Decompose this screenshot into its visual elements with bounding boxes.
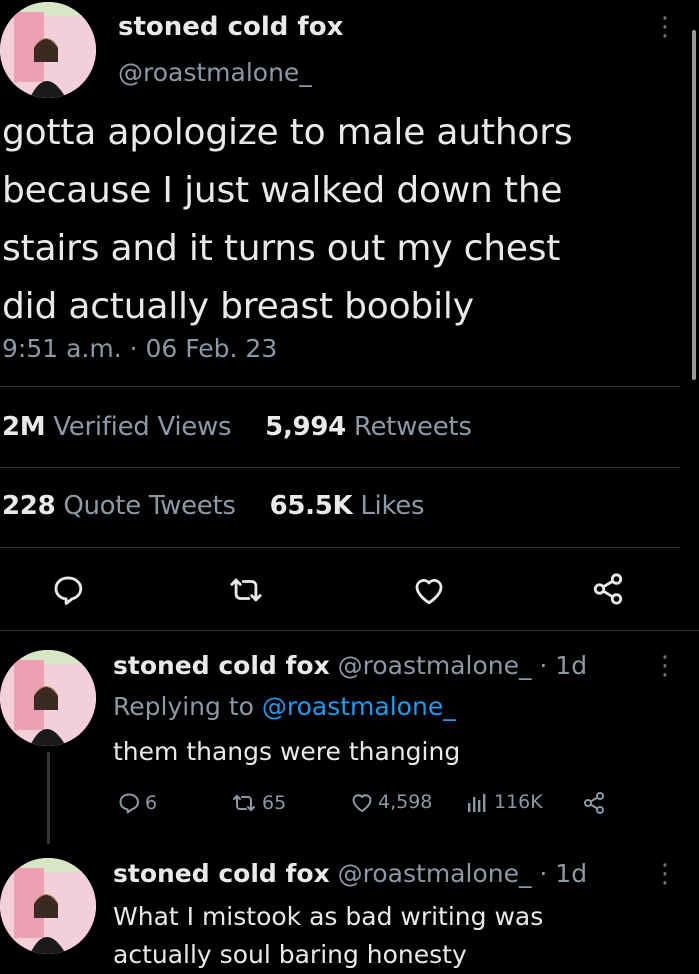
reply-text-line: What I mistook as bad writing was xyxy=(113,902,544,931)
views-stat[interactable]: 2M Verified Views xyxy=(2,412,232,442)
divider xyxy=(0,547,680,548)
display-name[interactable]: stoned cold fox xyxy=(118,12,343,42)
divider xyxy=(0,630,699,631)
like-icon[interactable] xyxy=(412,574,446,606)
reply-header: stoned cold fox @roastmalone_ · 1d xyxy=(113,859,587,888)
share-icon[interactable] xyxy=(591,572,625,606)
avatar[interactable] xyxy=(0,2,96,98)
likes-count: 65.5K xyxy=(269,491,353,521)
retweet-icon xyxy=(230,791,258,815)
retweets-label: Retweets xyxy=(353,412,472,442)
retweets-count: 5,994 xyxy=(265,412,346,442)
avatar[interactable] xyxy=(0,858,96,954)
views-label: Verified Views xyxy=(53,412,232,442)
views-icon xyxy=(466,791,488,813)
scrollbar[interactable] xyxy=(692,30,696,380)
replying-handle-link[interactable]: @roastmalone_ xyxy=(262,692,456,721)
quotes-stat[interactable]: 228 Quote Tweets xyxy=(2,491,236,521)
thread-line xyxy=(47,752,50,844)
tweet-text-line: stairs and it turns out my chest xyxy=(2,228,561,269)
reply-text-line: actually soul baring honesty xyxy=(113,940,467,969)
reply-action-replies[interactable]: 6 xyxy=(117,791,157,815)
like-icon xyxy=(350,791,374,813)
tweet-text-line: did actually breast boobily xyxy=(2,286,474,327)
stats-row-2: 228 Quote Tweets 65.5K Likes xyxy=(2,491,425,521)
reply-header: stoned cold fox @roastmalone_ · 1d xyxy=(113,651,587,680)
reply-action-likes[interactable]: 4,598 xyxy=(350,791,432,813)
reply-action-retweets[interactable]: 65 xyxy=(230,791,286,815)
retweet-icon[interactable] xyxy=(226,573,266,607)
divider xyxy=(0,386,680,387)
more-options-icon[interactable]: ⋮ xyxy=(652,653,678,679)
more-options-icon[interactable]: ⋮ xyxy=(652,14,678,40)
likes-stat[interactable]: 65.5K Likes xyxy=(270,491,425,521)
display-name[interactable]: stoned cold fox xyxy=(113,859,330,888)
likes-label: Likes xyxy=(360,491,425,521)
avatar[interactable] xyxy=(0,650,96,746)
reply-icon[interactable] xyxy=(51,573,85,607)
replying-to: Replying to @roastmalone_ xyxy=(113,692,456,721)
divider xyxy=(0,467,680,468)
timestamp[interactable]: 9:51 a.m. · 06 Feb. 23 xyxy=(2,334,277,363)
quotes-count: 228 xyxy=(2,491,56,521)
reply-text: What I mistook as bad writing was actual… xyxy=(113,898,543,974)
more-options-icon[interactable]: ⋮ xyxy=(652,861,678,887)
tweet-text-line: gotta apologize to male authors xyxy=(2,112,573,153)
display-name[interactable]: stoned cold fox xyxy=(113,651,330,680)
handle[interactable]: @roastmalone_ xyxy=(118,58,312,87)
share-icon[interactable] xyxy=(582,791,606,815)
retweet-count: 65 xyxy=(262,792,287,814)
replying-prefix: Replying to xyxy=(113,692,262,721)
retweets-stat[interactable]: 5,994 Retweets xyxy=(265,412,472,442)
handle-time[interactable]: @roastmalone_ · 1d xyxy=(338,859,587,888)
reply-action-views[interactable]: 116K xyxy=(466,791,543,813)
reply-icon xyxy=(117,791,141,815)
reply-text: them thangs were thanging xyxy=(113,737,461,766)
stats-row-1: 2M Verified Views 5,994 Retweets xyxy=(2,412,472,442)
views-count: 2M xyxy=(2,412,46,442)
quotes-label: Quote Tweets xyxy=(63,491,236,521)
tweet-text: gotta apologize to male authors because … xyxy=(2,104,573,336)
like-count: 4,598 xyxy=(378,791,433,813)
handle-time[interactable]: @roastmalone_ · 1d xyxy=(338,651,587,680)
reply-count: 6 xyxy=(145,792,158,814)
tweet-text-line: because I just walked down the xyxy=(2,170,563,211)
views-count: 116K xyxy=(494,791,543,813)
